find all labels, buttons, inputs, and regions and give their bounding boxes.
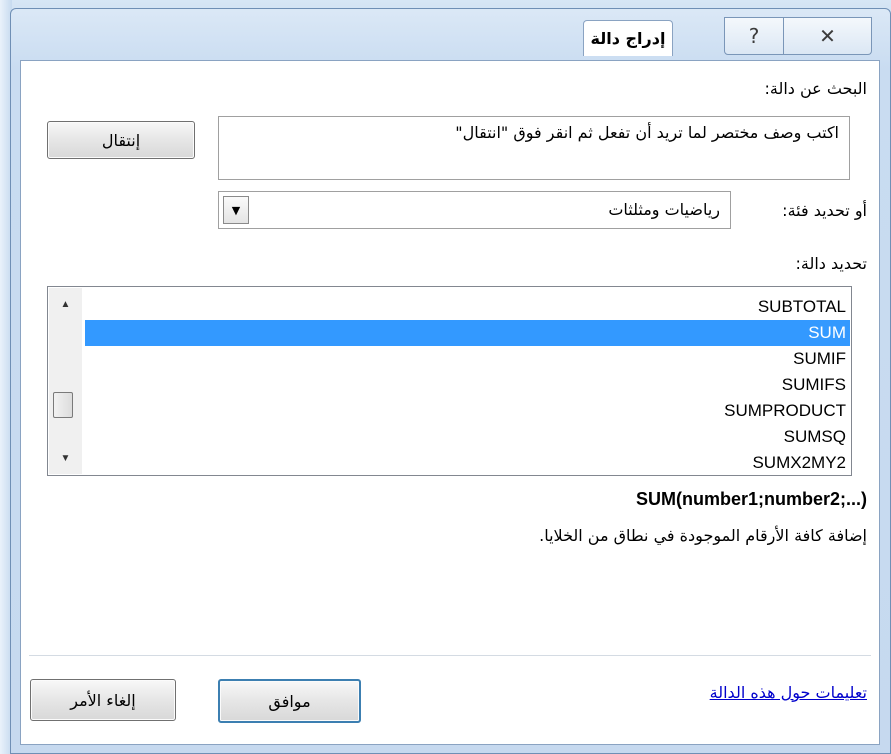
function-list-label: تحديد دالة: bbox=[795, 254, 867, 273]
chevron-down-icon[interactable]: ▼ bbox=[223, 196, 249, 224]
help-link[interactable]: تعليمات حول هذه الدالة bbox=[710, 683, 867, 702]
ok-button[interactable]: موافق bbox=[218, 679, 361, 723]
close-button[interactable]: ✕ bbox=[784, 17, 872, 55]
scroll-down-icon[interactable]: ▼ bbox=[49, 446, 82, 470]
list-item[interactable]: SUMX2MY2 bbox=[85, 450, 850, 476]
list-item[interactable]: SUMPRODUCT bbox=[85, 398, 850, 424]
help-button[interactable]: ? bbox=[724, 17, 784, 55]
function-description: إضافة كافة الأرقام الموجودة في نطاق من ا… bbox=[539, 526, 867, 545]
category-label: أو تحديد فئة: bbox=[782, 201, 867, 220]
divider bbox=[29, 655, 871, 656]
function-list-items: SUBTOTAL SUM SUMIF SUMIFS SUMPRODUCT SUM… bbox=[85, 294, 850, 476]
scroll-thumb[interactable] bbox=[53, 392, 73, 418]
category-selected-value: رياضيات ومثلثات bbox=[608, 200, 720, 219]
search-input[interactable]: اكتب وصف مختصر لما تريد أن تفعل ثم انقر … bbox=[218, 116, 850, 180]
listbox-scrollbar[interactable]: ▲ ▼ bbox=[49, 288, 82, 474]
question-icon: ? bbox=[748, 24, 760, 48]
scroll-up-icon[interactable]: ▲ bbox=[49, 292, 82, 316]
caption-buttons: ? ✕ bbox=[724, 17, 872, 55]
cancel-button[interactable]: إلغاء الأمر bbox=[30, 679, 176, 721]
function-signature: SUM(number1;number2;...) bbox=[635, 489, 867, 509]
dialog-title: إدراج دالة bbox=[583, 20, 673, 56]
list-item[interactable]: SUMSQ bbox=[85, 424, 850, 450]
list-item-selected[interactable]: SUM bbox=[85, 320, 850, 346]
list-item[interactable]: SUMIF bbox=[85, 346, 850, 372]
dialog-client-area: البحث عن دالة: اكتب وصف مختصر لما تريد أ… bbox=[20, 60, 880, 745]
function-listbox[interactable]: ▲ ▼ SUBTOTAL SUM SUMIF SUMIFS SUMPRODUCT… bbox=[47, 286, 852, 476]
list-item[interactable]: SUBTOTAL bbox=[85, 294, 850, 320]
go-button[interactable]: إنتقال bbox=[47, 121, 195, 159]
category-select[interactable]: ▼ رياضيات ومثلثات bbox=[218, 191, 731, 229]
close-icon: ✕ bbox=[819, 24, 836, 48]
search-label: البحث عن دالة: bbox=[764, 79, 868, 98]
list-item[interactable]: SUMIFS bbox=[85, 372, 850, 398]
